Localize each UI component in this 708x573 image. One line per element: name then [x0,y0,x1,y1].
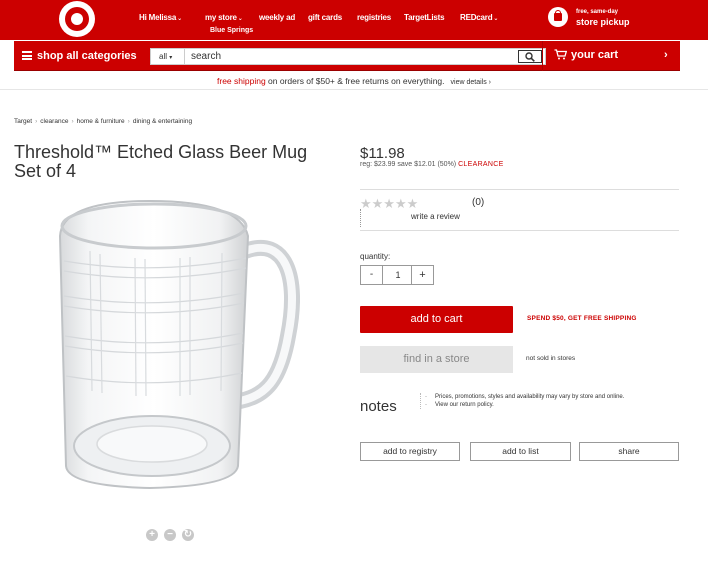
add-to-cart-button[interactable]: add to cart [360,306,513,333]
product-image[interactable] [50,196,300,496]
greeting: Hi Melissa [139,13,177,22]
reset-icon[interactable]: ↻ [182,529,194,541]
weekly-ad-link[interactable]: weekly ad [259,13,295,22]
breadcrumb-separator-icon: › [35,118,38,125]
chevron-down-icon: ▾ [169,55,173,61]
divider [360,230,679,231]
cart-button[interactable]: your cart [554,49,618,61]
write-review-link[interactable]: write a review [411,212,460,221]
notes-list: Prices, promotions, styles and availabil… [420,393,630,409]
product-price: $11.98 [360,145,405,162]
target-lists-link[interactable]: TargetLists [404,13,445,22]
breadcrumb: Target › clearance › home & furniture › dining… [14,118,192,125]
quantity-input[interactable]: 1 [384,266,412,284]
pickup-small-text[interactable]: free, same-day [576,9,618,15]
quantity-decrease-button[interactable]: - [361,266,383,284]
breadcrumb-separator-icon: › [127,118,130,125]
shop-all-label: shop all categories [37,50,137,62]
notes-heading: notes [360,398,397,415]
find-in-store-button[interactable]: find in a store [360,346,513,373]
top-header: Hi Melissa⌄ my store⌄ Blue Springs weekl… [0,0,708,40]
clearance-badge: CLEARANCE [458,161,504,168]
my-store-menu[interactable]: my store⌄ [205,13,243,22]
breadcrumb-item[interactable]: home & furniture [77,118,125,125]
cart-label: your cart [571,49,619,61]
quantity-label: quantity: [360,252,391,261]
quantity-increase-button[interactable]: + [411,266,433,284]
not-sold-in-stores-text: not sold in stores [526,355,576,362]
search-box: all ▾ [150,48,546,65]
zoom-out-icon[interactable]: − [164,529,176,541]
breadcrumb-item[interactable]: Target [14,118,32,125]
reg-savings-text: reg: $23.99 save $12.01 (50%) [360,161,457,168]
account-menu[interactable]: Hi Melissa⌄ [139,13,182,22]
regular-price-info: reg: $23.99 save $12.01 (50%) CLEARANCE [360,161,504,168]
search-category-dropdown[interactable]: all ▾ [151,49,185,64]
quantity-stepper: - 1 + [360,265,434,285]
shopping-bag-icon[interactable] [548,7,568,27]
shop-all-categories-button[interactable]: shop all categories [22,50,137,62]
product-title: Threshold™ Etched Glass Beer Mug Set of … [14,142,308,181]
store-name[interactable]: Blue Springs [210,27,253,34]
view-details-link[interactable]: view details › [451,79,491,86]
divider [542,41,543,71]
redcard-label: REDcard [460,13,493,22]
target-logo-icon[interactable] [59,1,95,37]
search-input[interactable] [191,50,501,63]
review-count[interactable]: (0) [472,197,484,208]
breadcrumb-item[interactable]: clearance [40,118,68,125]
search-button[interactable] [518,50,542,63]
pickup-big-text[interactable]: store pickup [576,17,630,27]
chevron-down-icon: ⌄ [493,16,499,22]
shipping-message: on orders of $50+ & free returns on ever… [265,76,445,86]
add-to-registry-button[interactable]: add to registry [360,442,460,461]
free-shipping-banner: free shipping on orders of $50+ & free r… [0,72,708,90]
free-shipping-promo: SPEND $50, GET FREE SHIPPING [527,315,637,322]
search-dropdown-value: all [159,52,168,61]
chevron-right-icon[interactable]: › [664,49,668,61]
notes-item: Prices, promotions, styles and availabil… [425,393,630,401]
redcard-menu[interactable]: REDcard⌄ [460,13,498,22]
hamburger-menu-icon [22,51,32,60]
return-policy-link[interactable]: View our return policy. [425,401,630,409]
star-rating[interactable]: ★★★★★ [360,196,418,212]
chevron-down-icon: ⌄ [237,16,243,22]
chevron-down-icon: ⌄ [177,16,182,22]
search-icon [525,52,535,62]
image-zoom-controls: + − ↻ [146,524,200,542]
share-button[interactable]: share [579,442,679,461]
breadcrumb-item[interactable]: dining & entertaining [133,118,192,125]
registries-link[interactable]: registries [357,13,391,22]
breadcrumb-separator-icon: › [71,118,74,125]
add-to-list-button[interactable]: add to list [470,442,571,461]
free-shipping-text: free shipping [217,76,266,86]
category-search-bar: shop all categories all ▾ your cart [14,41,680,71]
my-store-label: my store [205,13,237,22]
gift-cards-link[interactable]: gift cards [308,13,342,22]
zoom-in-icon[interactable]: + [146,529,158,541]
divider [360,189,679,190]
cart-icon [554,49,568,60]
divider [360,209,361,227]
